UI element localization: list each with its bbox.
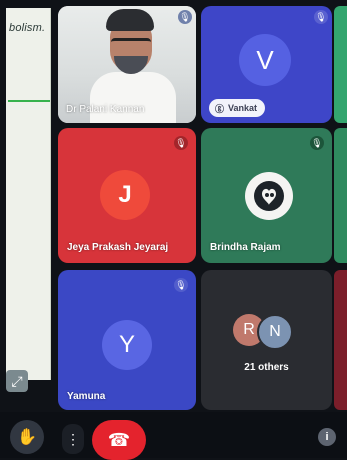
participant-tile-jeya[interactable]: J 🎙 Jeya Prakash Jeyaraj <box>58 128 196 263</box>
account-icon: ⓖ <box>215 103 225 114</box>
shared-screen-text: bolism. <box>9 22 46 34</box>
participant-tile-venkat[interactable]: V 🎙 ⓖ Vankat <box>201 6 332 123</box>
participant-tile-brindha[interactable]: 🎙 Brindha Rajam <box>201 128 332 263</box>
shared-screen-divider <box>8 100 50 102</box>
end-call-icon[interactable]: ☎ <box>92 420 146 460</box>
participant-tile-palani[interactable]: 🎙 Dr Palani Kannan <box>58 6 196 123</box>
more-vert-icon[interactable]: ⋮ <box>62 424 84 454</box>
participant-avatar: Y <box>102 320 152 370</box>
profile-photo-icon <box>254 181 284 211</box>
participant-avatar: V <box>239 34 291 86</box>
video-person-glasses <box>111 38 151 51</box>
participant-name: Jeya Prakash Jeyaraj <box>67 242 169 253</box>
others-count-label: 21 others <box>244 362 289 373</box>
participant-name: Vankat <box>228 103 258 113</box>
participant-avatar: J <box>100 170 150 220</box>
others-avatar-n: N <box>257 314 293 350</box>
offscreen-tile-edge <box>334 6 347 123</box>
offscreen-tile-edge <box>334 128 347 263</box>
participant-tile-yamuna[interactable]: Y 🎙 Yamuna <box>58 270 196 410</box>
meeting-grid: bolism. ⤢ 🎙 Dr Palani Kannan V 🎙 ⓖ Vanka… <box>0 0 347 460</box>
shared-screen[interactable]: bolism. <box>6 8 51 380</box>
mic-off-icon: 🎙 <box>174 278 188 292</box>
participant-name: Yamuna <box>67 391 106 402</box>
expand-icon[interactable]: ⤢ <box>6 370 28 392</box>
participant-name: Brindha Rajam <box>210 242 281 253</box>
mic-off-icon: 🎙 <box>310 136 324 150</box>
video-person-body <box>90 72 176 123</box>
participant-tile-others[interactable]: R N 21 others <box>201 270 332 410</box>
info-icon[interactable]: i <box>318 428 336 446</box>
participant-avatar <box>245 172 293 220</box>
raise-hand-icon[interactable]: ✋ <box>10 420 44 454</box>
offscreen-tile-edge <box>334 270 347 410</box>
video-person-hair <box>106 9 154 31</box>
participant-name-chip: ⓖ Vankat <box>209 99 266 117</box>
mic-off-icon: 🎙 <box>178 10 192 24</box>
mic-off-icon: 🎙 <box>174 136 188 150</box>
participant-name: Dr Palani Kannan <box>66 104 145 115</box>
mic-off-icon: 🎙 <box>314 10 328 24</box>
call-controls-bar <box>0 412 347 458</box>
